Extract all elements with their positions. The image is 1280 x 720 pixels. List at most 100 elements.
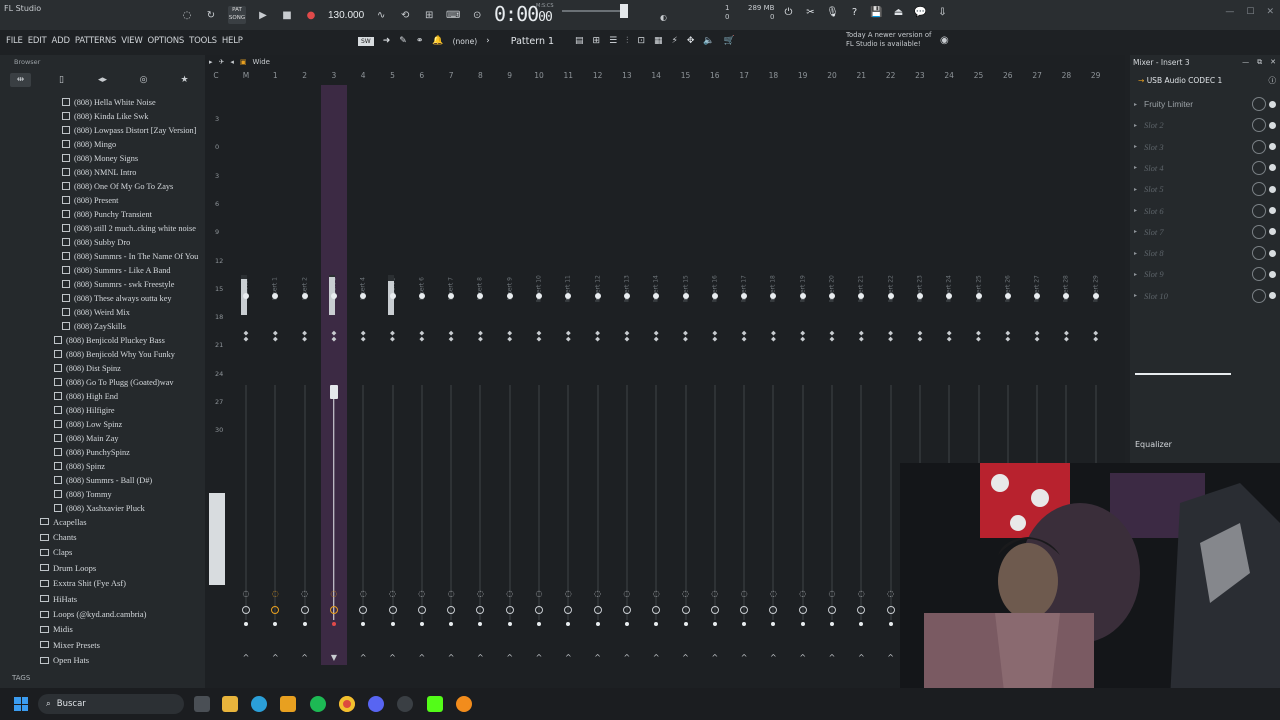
plug-icon[interactable]: ⚡ bbox=[672, 36, 678, 46]
tools-icon[interactable]: ✥ bbox=[687, 36, 695, 46]
browser-file-item[interactable]: (808) Kinda Like Swk bbox=[0, 109, 200, 123]
send-arrow-icon[interactable]: ^ bbox=[272, 653, 279, 662]
fl-studio-taskbar-icon[interactable] bbox=[456, 696, 472, 712]
channel-rack-icon[interactable]: ☰ bbox=[609, 36, 617, 46]
slot-mix-knob[interactable] bbox=[1252, 267, 1266, 282]
send-arrow-icon[interactable]: ^ bbox=[477, 653, 484, 662]
pan-knob[interactable] bbox=[506, 293, 513, 299]
record-arm-led[interactable] bbox=[800, 622, 805, 626]
slot-enable-led[interactable] bbox=[1269, 143, 1276, 151]
stereo-separation-icon[interactable]: ⬥ ⬥ bbox=[947, 330, 952, 343]
pattern-selector[interactable]: Pattern 1 bbox=[499, 34, 566, 49]
record-arm-led[interactable] bbox=[683, 622, 688, 626]
browser-folder-item[interactable]: Chants bbox=[0, 529, 200, 544]
slot-enable-led[interactable] bbox=[1269, 185, 1276, 193]
browser-tab-plugins-icon[interactable]: ◂▸ bbox=[92, 73, 113, 87]
route-switch[interactable] bbox=[622, 606, 631, 614]
mixer-icon[interactable]: ⫶ bbox=[626, 36, 628, 46]
pan-knob[interactable] bbox=[594, 293, 601, 299]
slot-enable-led[interactable] bbox=[1269, 228, 1276, 236]
send-arrow-icon[interactable]: ^ bbox=[536, 653, 543, 662]
pan-knob[interactable] bbox=[330, 293, 337, 299]
volume-fader-track[interactable] bbox=[420, 385, 423, 620]
menu-file[interactable]: FILE bbox=[6, 36, 23, 46]
pat-song-toggle[interactable]: PAT SONG bbox=[228, 6, 246, 24]
mixer-arrow-icon[interactable]: ▸ bbox=[209, 58, 213, 66]
route-switch[interactable] bbox=[300, 606, 309, 614]
effect-slot[interactable]: ▸ Fruity Limiter bbox=[1134, 95, 1276, 113]
route-switch[interactable] bbox=[710, 606, 719, 614]
pan-knob[interactable] bbox=[946, 293, 953, 299]
playlist-icon[interactable]: ▤ bbox=[575, 36, 584, 46]
bypass-icon[interactable]: ◌ bbox=[418, 589, 425, 598]
mixer-strip-insert-21[interactable]: Insert 21 ⬥ ⬥ ◌ ^ bbox=[848, 85, 874, 665]
snap-selector[interactable]: (none) bbox=[453, 37, 478, 46]
arrow-right-icon[interactable]: ➜ bbox=[383, 36, 391, 46]
pan-knob[interactable] bbox=[1034, 293, 1041, 299]
send-arrow-icon[interactable]: ^ bbox=[594, 653, 601, 662]
record-arm-led[interactable] bbox=[830, 622, 834, 626]
bypass-icon[interactable]: ◌ bbox=[301, 589, 308, 598]
mixer-strip-insert-2[interactable]: Insert 2 ⬥ ⬥ ◌ ^ bbox=[292, 85, 318, 665]
globe-icon[interactable]: ◉ bbox=[940, 35, 949, 46]
loop-icon[interactable]: ⟲ bbox=[398, 8, 412, 22]
send-arrow-icon[interactable]: ^ bbox=[682, 653, 689, 662]
send-arrow-icon[interactable]: ^ bbox=[418, 653, 425, 662]
bypass-icon[interactable]: ◌ bbox=[682, 589, 689, 598]
browser-file-item[interactable]: (808) High End bbox=[0, 389, 200, 403]
stereo-separation-icon[interactable]: ⬥ ⬥ bbox=[830, 330, 835, 343]
send-arrow-icon[interactable]: ^ bbox=[301, 653, 308, 662]
browser-file-item[interactable]: (808) Spinz bbox=[0, 459, 200, 473]
pan-knob[interactable] bbox=[623, 293, 630, 299]
insert-close-icon[interactable]: ✕ bbox=[1270, 58, 1276, 67]
volume-fader-track[interactable] bbox=[684, 385, 687, 620]
menu-tools[interactable]: TOOLS bbox=[189, 36, 217, 46]
insert-detach-icon[interactable]: ⧉ bbox=[1257, 58, 1262, 67]
menu-add[interactable]: ADD bbox=[52, 36, 71, 46]
effect-slot[interactable]: ▸ Slot 4 bbox=[1134, 159, 1276, 177]
route-switch[interactable] bbox=[417, 606, 426, 614]
file-explorer-icon[interactable] bbox=[222, 696, 238, 712]
bypass-icon[interactable]: ◌ bbox=[741, 589, 748, 598]
pan-knob[interactable] bbox=[418, 293, 425, 299]
effect-slot[interactable]: ▸ Slot 6 bbox=[1134, 202, 1276, 220]
tempo-display[interactable]: 130.000 bbox=[328, 10, 364, 21]
stereo-separation-icon[interactable]: ⬥ ⬥ bbox=[888, 330, 893, 343]
stereo-separation-icon[interactable]: ⬥ ⬥ bbox=[566, 330, 571, 343]
slot-mix-knob[interactable] bbox=[1252, 139, 1266, 154]
pan-knob[interactable] bbox=[1004, 293, 1011, 299]
pan-knob[interactable] bbox=[829, 293, 835, 299]
master-pitch-icon[interactable]: ◐ bbox=[660, 13, 667, 22]
update-notice[interactable]: Today A newer version of FL Studio is av… bbox=[846, 31, 931, 49]
spotify-icon[interactable] bbox=[310, 696, 326, 712]
mixer-strip-insert-11[interactable]: Insert 11 ⬥ ⬥ ◌ ^ bbox=[555, 85, 581, 665]
refresh-icon[interactable]: ↻ bbox=[204, 8, 218, 22]
bypass-icon[interactable]: ◌ bbox=[887, 589, 894, 598]
render-icon[interactable]: ⏏ bbox=[892, 6, 905, 19]
browser-file-item[interactable]: (808) Hella White Noise bbox=[0, 95, 200, 109]
pan-knob[interactable] bbox=[682, 293, 689, 299]
stereo-separation-icon[interactable]: ⬥ ⬥ bbox=[1005, 330, 1010, 343]
record-arm-led[interactable] bbox=[654, 622, 659, 626]
snap-icon[interactable]: SW bbox=[358, 36, 374, 46]
mixer-strip-insert-1[interactable]: Insert 1 ⬥ ⬥ ◌ ^ bbox=[262, 85, 288, 665]
record-arm-led[interactable] bbox=[595, 622, 600, 626]
mixer-strip-insert-20[interactable]: Insert 20 ⬥ ⬥ ◌ ^ bbox=[819, 85, 845, 665]
stereo-separation-icon[interactable]: ⬥ ⬥ bbox=[595, 330, 600, 343]
record-arm-led[interactable] bbox=[888, 622, 893, 626]
slot-enable-led[interactable] bbox=[1269, 121, 1276, 129]
pan-knob[interactable] bbox=[536, 293, 542, 299]
mixer-strip-insert-13[interactable]: Insert 13 ⬥ ⬥ ◌ ^ bbox=[614, 85, 640, 665]
stereo-separation-icon[interactable]: ⬥ ⬥ bbox=[917, 330, 922, 343]
help-icon[interactable]: ? bbox=[848, 6, 861, 19]
browser-file-item[interactable]: (808) Money Signs bbox=[0, 151, 200, 165]
browser-file-item[interactable]: (808) PunchySpinz bbox=[0, 445, 200, 459]
master-volume-slider[interactable] bbox=[562, 10, 628, 12]
bypass-icon[interactable]: ◌ bbox=[594, 589, 601, 598]
volume-fader-track[interactable] bbox=[362, 385, 365, 620]
eq-curve[interactable] bbox=[1135, 373, 1231, 375]
browser-folder-item[interactable]: Open Hats bbox=[0, 653, 200, 668]
download-icon[interactable]: ⇩ bbox=[936, 6, 949, 19]
input-info-icon[interactable]: ⓘ bbox=[1269, 75, 1277, 86]
send-arrow-icon[interactable]: ^ bbox=[741, 653, 748, 662]
